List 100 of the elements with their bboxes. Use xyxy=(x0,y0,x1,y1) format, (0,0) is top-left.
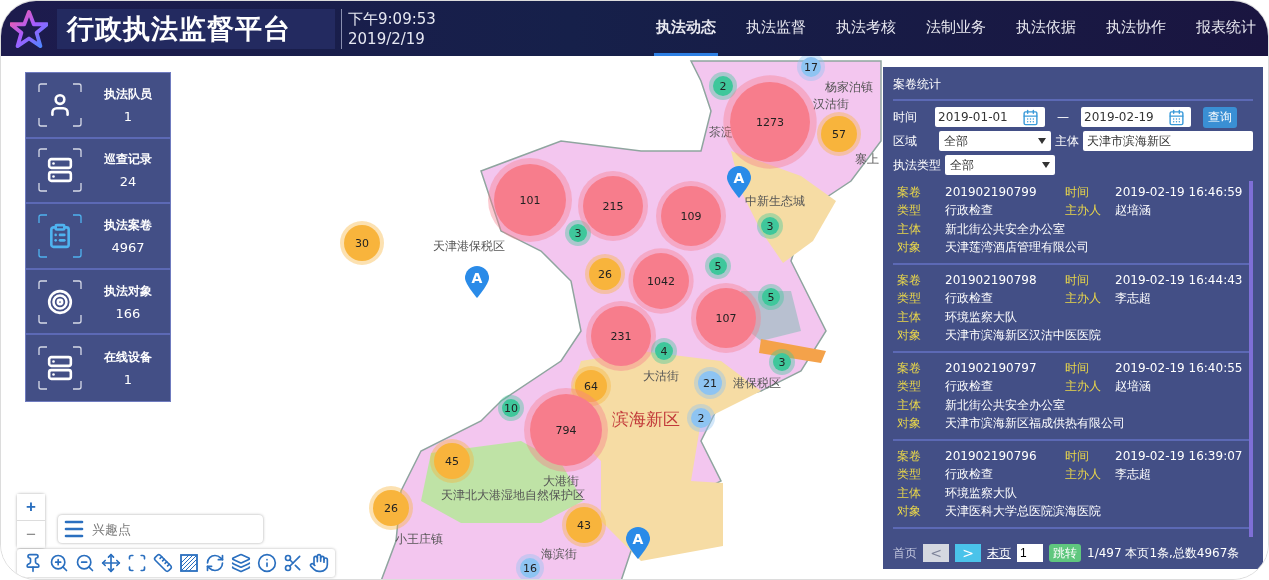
clock-time: 下午9:09:53 xyxy=(348,8,436,29)
page-field[interactable]: 1 xyxy=(1017,544,1043,562)
record-value: 天津市滨海新区福成供热有限公司 xyxy=(945,415,1125,433)
record-value: 201902190799 xyxy=(945,185,1037,200)
record-value: 天津莲湾酒店管理有限公司 xyxy=(945,239,1089,257)
place-label: 天津北大港湿地自然保护区 xyxy=(441,487,585,504)
last-page-link[interactable]: 末页 xyxy=(987,544,1011,562)
stat-label: 巡查记录 xyxy=(104,151,152,169)
stat-card[interactable]: 巡查记录 24 xyxy=(26,138,170,205)
hand-icon[interactable] xyxy=(309,553,329,573)
nav-tab[interactable]: 执法考核 xyxy=(834,1,898,56)
record-value: 新北街公共安全办公室 xyxy=(945,396,1065,414)
first-page-link[interactable]: 首页 xyxy=(893,544,917,562)
stat-card[interactable]: 执法案卷 4967 xyxy=(26,204,170,270)
search-bar[interactable]: 兴趣点 xyxy=(58,515,263,543)
region-select[interactable]: 全部 xyxy=(939,131,1051,151)
place-label: 海滨街 xyxy=(541,545,577,563)
place-label: 小王庄镇 xyxy=(395,530,443,548)
record-value: 天津医科大学总医院滨海医院 xyxy=(945,503,1101,521)
page-info: 1/497 本页1条,总数4967条 xyxy=(1087,544,1240,562)
record-value: 天津市滨海新区汉沽中医医院 xyxy=(945,327,1101,345)
place-label: 寨上 xyxy=(855,150,879,168)
place-label: 杨家泊镇 xyxy=(825,78,873,96)
record-value: 行政检查 xyxy=(945,378,993,396)
record-value: 201902190797 xyxy=(945,361,1037,376)
field-label: 执法类型 xyxy=(893,156,941,174)
refresh-icon[interactable] xyxy=(205,553,225,573)
zoom-in-icon[interactable] xyxy=(49,553,69,573)
record-label: 类型 xyxy=(897,202,922,220)
subject-field[interactable]: 天津市滨海新区 xyxy=(1083,131,1253,151)
place-label: 大港街 xyxy=(543,472,579,489)
record-label: 主办人 xyxy=(1065,378,1102,396)
cluster-marker[interactable]: 17 xyxy=(801,57,821,77)
stat-value: 24 xyxy=(119,174,137,190)
cluster-marker[interactable]: 30 xyxy=(344,225,380,261)
record-value: 201902190796 xyxy=(945,449,1037,464)
record-value: 2019-02-19 16:44:43 xyxy=(1115,273,1243,288)
record-label: 案卷 xyxy=(897,447,922,465)
stat-value: 1 xyxy=(123,372,133,388)
nav-tab[interactable]: 法制业务 xyxy=(924,1,988,56)
date-picker[interactable]: 2019-02-19 xyxy=(1081,107,1191,127)
stat-label: 执法对象 xyxy=(104,282,152,300)
place-label: 汉沽街 xyxy=(813,95,849,113)
panel-title: 案卷统计 xyxy=(893,73,1253,101)
caret-icon xyxy=(1038,138,1046,144)
record-label: 时间 xyxy=(1065,359,1090,377)
hatched-square-icon[interactable] xyxy=(179,553,199,573)
record-label: 对象 xyxy=(897,415,922,433)
stat-label: 执法队员 xyxy=(104,85,152,103)
layers-icon[interactable] xyxy=(231,553,251,573)
pin-icon[interactable] xyxy=(23,553,43,573)
move-icon[interactable] xyxy=(101,553,121,573)
calendar-icon[interactable] xyxy=(1168,108,1185,126)
cluster-marker[interactable]: 26 xyxy=(373,490,409,526)
map-pin[interactable]: A xyxy=(465,266,489,298)
clock-date: 2019/2/19 xyxy=(348,28,426,49)
date-field[interactable]: 2019-01-01 xyxy=(938,110,1022,124)
zoom-in-button[interactable]: + xyxy=(17,494,45,521)
record-value: 行政检查 xyxy=(945,466,993,484)
record-value: 环境监察大队 xyxy=(945,484,1017,502)
nav-tab[interactable]: 执法监督 xyxy=(744,1,808,56)
record-label: 时间 xyxy=(1065,447,1090,465)
place-label: 滨海新区 xyxy=(612,407,680,431)
record-label: 主体 xyxy=(897,220,922,238)
map-pin[interactable]: A xyxy=(626,527,650,559)
field-label: 时间 xyxy=(893,108,917,126)
record-label: 主办人 xyxy=(1065,290,1102,308)
nav-tab[interactable]: 执法依据 xyxy=(1014,1,1078,56)
record-label: 主体 xyxy=(897,396,922,414)
stat-card[interactable]: 执法队员 1 xyxy=(26,73,170,139)
record-value: 2019-02-19 16:40:55 xyxy=(1115,361,1243,376)
nav-tab[interactable]: 执法协作 xyxy=(1104,1,1168,56)
date-field[interactable]: 2019-02-19 xyxy=(1084,110,1168,124)
ruler-icon[interactable] xyxy=(153,553,173,573)
zoom-out-button[interactable]: − xyxy=(17,521,45,548)
info-icon[interactable] xyxy=(257,553,277,573)
field-label: 主体 xyxy=(1055,132,1079,150)
stat-card[interactable]: 执法对象 166 xyxy=(26,269,170,336)
record-label: 案卷 xyxy=(897,271,922,289)
stat-value: 166 xyxy=(115,305,141,321)
scissors-icon[interactable] xyxy=(283,553,303,573)
record-value: 2019-02-19 16:39:07 xyxy=(1115,449,1243,464)
record-label: 主体 xyxy=(897,308,922,326)
record-label: 主办人 xyxy=(1065,466,1102,484)
record-label: 时间 xyxy=(1065,183,1090,201)
date-picker[interactable]: 2019-01-01 xyxy=(935,107,1045,127)
record-value: 赵培涵 xyxy=(1115,378,1151,396)
record-value: 李志超 xyxy=(1115,466,1151,484)
calendar-icon[interactable] xyxy=(1022,108,1039,126)
stat-card[interactable]: 在线设备 1 xyxy=(26,335,170,401)
record-value: 新北街公共安全办公室 xyxy=(945,220,1065,238)
type-select[interactable]: 全部 xyxy=(945,155,1055,175)
zoom-out-icon[interactable] xyxy=(75,553,95,573)
frame-icon[interactable] xyxy=(127,553,147,573)
scrollbar[interactable] xyxy=(1249,181,1253,537)
record-label: 主办人 xyxy=(1065,202,1102,220)
nav-tab[interactable]: 报表统计 xyxy=(1194,1,1258,56)
record-label: 时间 xyxy=(1065,271,1090,289)
star-logo-icon xyxy=(10,8,48,49)
record-label: 类型 xyxy=(897,290,922,308)
